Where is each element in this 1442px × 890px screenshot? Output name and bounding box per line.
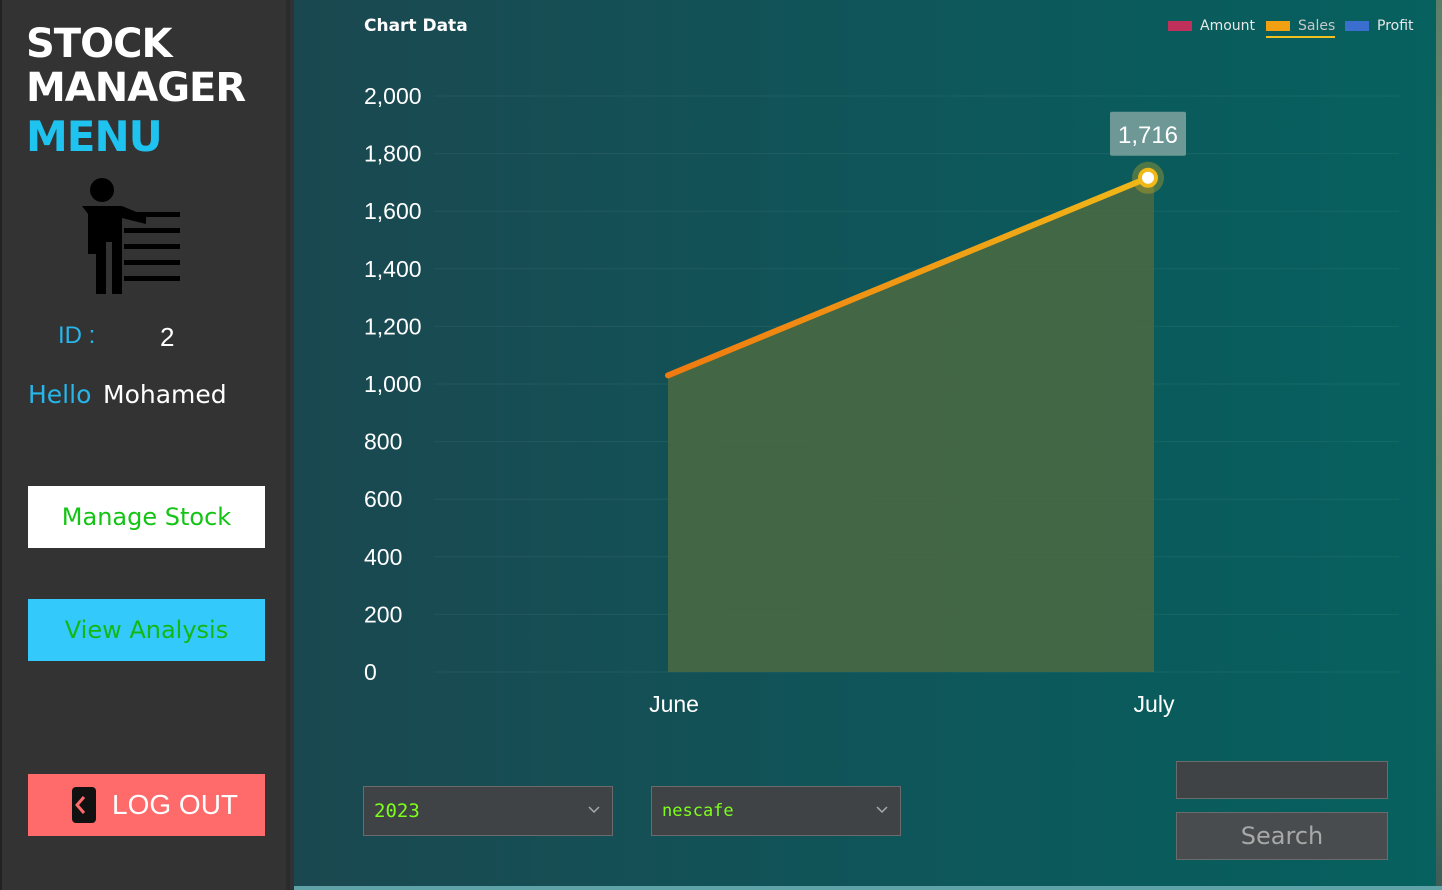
window-edge-bottom <box>294 886 1442 890</box>
id-value: 2 <box>160 322 175 352</box>
sidebar: STOCK MANAGER MENU ID : 2 Hello Mohamed … <box>0 0 290 890</box>
manage-stock-button[interactable]: Manage Stock <box>28 486 265 548</box>
logout-door-icon <box>72 787 96 823</box>
x-tick-label: June <box>649 691 699 717</box>
year-select-value: 2023 <box>374 800 420 822</box>
x-axis-ticks: June July <box>649 691 1175 717</box>
y-tick-label: 1,400 <box>364 256 422 282</box>
data-point <box>1138 167 1158 188</box>
tooltip-value: 1,716 <box>1118 122 1178 149</box>
y-tick-label: 1,200 <box>364 313 422 339</box>
logout-label: LOG OUT <box>112 789 239 820</box>
chevron-down-icon <box>588 806 600 814</box>
sales-area-fill <box>668 177 1154 673</box>
y-tick-label: 400 <box>364 544 402 570</box>
y-tick-label: 0 <box>364 659 377 685</box>
product-select-value: nescafe <box>662 801 734 821</box>
brand-title-line1: STOCK <box>26 21 172 67</box>
chevron-down-icon <box>876 806 888 814</box>
hello-label: Hello <box>28 380 92 409</box>
user-name: Mohamed <box>103 380 227 409</box>
brand-title-line3: MENU <box>26 112 163 161</box>
tooltip: 1,716 <box>1110 111 1186 156</box>
y-tick-label: 200 <box>364 601 402 627</box>
y-tick-label: 2,000 <box>364 83 422 109</box>
y-axis-ticks: 0 200 400 600 800 1,000 1,200 1,400 1,600 1,800 2,… <box>364 83 422 685</box>
chart-panel: Chart Data Amount Sales Profit 0 200 400 60… <box>294 0 1436 886</box>
y-tick-label: 1,600 <box>364 198 422 224</box>
x-tick-label: July <box>1134 691 1175 717</box>
year-select[interactable]: 2023 <box>363 786 613 836</box>
person-list-icon <box>82 178 180 294</box>
search-button[interactable]: Search <box>1176 812 1388 860</box>
search-input[interactable] <box>1176 761 1388 799</box>
data-points <box>1132 161 1164 194</box>
window-edge <box>1436 0 1442 890</box>
y-tick-label: 600 <box>364 486 402 512</box>
y-tick-label: 1,800 <box>364 141 422 167</box>
product-select[interactable]: nescafe <box>651 786 901 836</box>
logout-button[interactable]: LOG OUT <box>28 774 265 836</box>
brand-title-line2: MANAGER <box>26 65 246 111</box>
view-analysis-button[interactable]: View Analysis <box>28 599 265 661</box>
sales-area-chart: 0 200 400 600 800 1,000 1,200 1,400 1,600 1,800 2,… <box>364 83 1399 717</box>
id-label: ID : <box>58 322 96 349</box>
y-tick-label: 1,000 <box>364 371 422 397</box>
y-tick-label: 800 <box>364 429 402 455</box>
